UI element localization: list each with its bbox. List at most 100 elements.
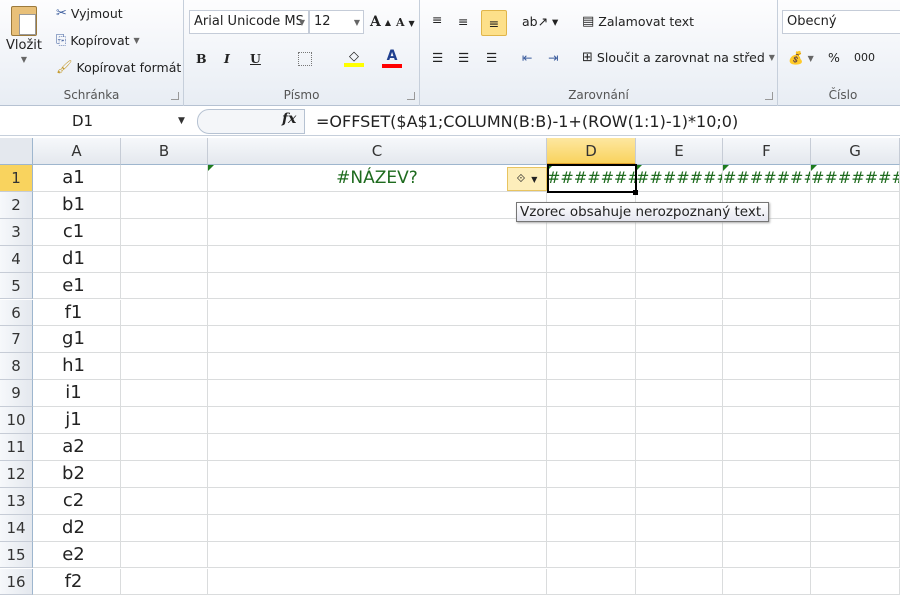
cell-A10[interactable]: j1 (33, 407, 121, 434)
underline-button[interactable]: U (250, 51, 261, 66)
thousands-button[interactable]: 000 (854, 51, 875, 64)
cell-A9[interactable]: i1 (33, 380, 121, 408)
error-check-button[interactable]: ⟐ ▼ (507, 167, 547, 191)
cell-F15[interactable] (723, 541, 811, 569)
cell-E9[interactable] (636, 380, 723, 408)
cell-D10[interactable] (547, 407, 636, 434)
cell-C8[interactable] (208, 353, 547, 381)
cell-D9[interactable] (547, 380, 636, 408)
cell-F4[interactable] (723, 245, 811, 273)
cell-A16[interactable]: f2 (33, 568, 121, 595)
cell-B5[interactable] (121, 272, 208, 300)
column-header-F[interactable]: F (723, 138, 811, 165)
column-header-B[interactable]: B (121, 138, 208, 165)
cell-D6[interactable] (547, 299, 636, 327)
align-bottom-icon[interactable]: ≡ (481, 10, 507, 36)
row-header-9[interactable]: 9 (0, 380, 33, 408)
copy-button[interactable]: ⎘ Kopírovat ▼ (56, 33, 140, 48)
cell-C2[interactable] (208, 191, 547, 219)
column-header-A[interactable]: A (33, 138, 121, 165)
row-header-2[interactable]: 2 (0, 191, 33, 219)
row-header-12[interactable]: 12 (0, 460, 33, 488)
cell-G6[interactable] (811, 299, 900, 327)
row-header-8[interactable]: 8 (0, 353, 33, 381)
cell-A7[interactable]: g1 (33, 326, 121, 354)
cell-G8[interactable] (811, 353, 900, 381)
cell-E8[interactable] (636, 353, 723, 381)
cell-A15[interactable]: e2 (33, 541, 121, 569)
cell-C3[interactable] (208, 218, 547, 246)
cell-G4[interactable] (811, 245, 900, 273)
cell-A14[interactable]: d2 (33, 514, 121, 542)
cell-C10[interactable] (208, 407, 547, 434)
cell-F8[interactable] (723, 353, 811, 381)
row-header-11[interactable]: 11 (0, 434, 33, 461)
fill-color-button[interactable]: ◇ (344, 50, 364, 67)
cell-E10[interactable] (636, 407, 723, 434)
cell-D14[interactable] (547, 514, 636, 542)
cell-C13[interactable] (208, 487, 547, 515)
cell-G9[interactable] (811, 380, 900, 408)
percent-button[interactable]: % (828, 50, 840, 65)
cell-A8[interactable]: h1 (33, 353, 121, 381)
cell-E6[interactable] (636, 299, 723, 327)
row-header-14[interactable]: 14 (0, 514, 33, 542)
cell-C14[interactable] (208, 514, 547, 542)
cell-D11[interactable] (547, 434, 636, 461)
cell-D16[interactable] (547, 568, 636, 595)
shrink-font-icon[interactable]: A ▼ (396, 16, 415, 29)
cell-F12[interactable] (723, 460, 811, 488)
font-size-select[interactable]: 12 ▼ (309, 10, 364, 34)
cell-A11[interactable]: a2 (33, 434, 121, 461)
row-header-15[interactable]: 15 (0, 541, 33, 569)
cell-G2[interactable] (811, 191, 900, 219)
column-header-C[interactable]: C (208, 138, 547, 165)
cell-B15[interactable] (121, 541, 208, 569)
decrease-indent-icon[interactable]: ⇤ (522, 50, 532, 65)
cell-F9[interactable] (723, 380, 811, 408)
italic-button[interactable]: I (224, 51, 230, 66)
format-painter-button[interactable]: 🖌 Kopírovat formát (56, 60, 181, 75)
number-format-select[interactable]: Obecný (782, 10, 900, 34)
cell-E13[interactable] (636, 487, 723, 515)
align-middle-icon[interactable]: ≡ (458, 14, 468, 29)
row-header-1[interactable]: 1 (0, 165, 33, 192)
row-header-3[interactable]: 3 (0, 218, 33, 246)
cell-B3[interactable] (121, 218, 208, 246)
cell-A5[interactable]: e1 (33, 272, 121, 300)
font-name-select[interactable]: Arial Unicode MS ▼ (189, 10, 309, 34)
cell-C11[interactable] (208, 434, 547, 461)
column-header-G[interactable]: G (811, 138, 900, 165)
cell-G11[interactable] (811, 434, 900, 461)
cell-F16[interactable] (723, 568, 811, 595)
cell-C1[interactable]: #NÁZEV? (208, 165, 547, 192)
cell-D15[interactable] (547, 541, 636, 569)
cell-B11[interactable] (121, 434, 208, 461)
cell-G16[interactable] (811, 568, 900, 595)
fill-handle[interactable] (633, 190, 638, 195)
cell-B1[interactable] (121, 165, 208, 192)
currency-icon[interactable]: 💰 ▼ (788, 50, 814, 66)
orientation-icon[interactable]: ab↗ ▾ (522, 14, 558, 29)
cell-A1[interactable]: a1 (33, 165, 121, 192)
cell-F3[interactable] (723, 218, 811, 246)
cell-E16[interactable] (636, 568, 723, 595)
cell-E5[interactable] (636, 272, 723, 300)
cell-D12[interactable] (547, 460, 636, 488)
cell-F7[interactable] (723, 326, 811, 354)
cell-E15[interactable] (636, 541, 723, 569)
cell-B13[interactable] (121, 487, 208, 515)
cell-F13[interactable] (723, 487, 811, 515)
cell-C16[interactable] (208, 568, 547, 595)
cell-G15[interactable] (811, 541, 900, 569)
cell-E4[interactable] (636, 245, 723, 273)
cell-C9[interactable] (208, 380, 547, 408)
cell-C12[interactable] (208, 460, 547, 488)
dialog-launcher-icon[interactable] (407, 92, 415, 100)
cell-B16[interactable] (121, 568, 208, 595)
cell-G7[interactable] (811, 326, 900, 354)
borders-icon[interactable] (298, 52, 312, 66)
cell-B8[interactable] (121, 353, 208, 381)
cell-A3[interactable]: c1 (33, 218, 121, 246)
font-color-button[interactable]: A (382, 48, 402, 68)
